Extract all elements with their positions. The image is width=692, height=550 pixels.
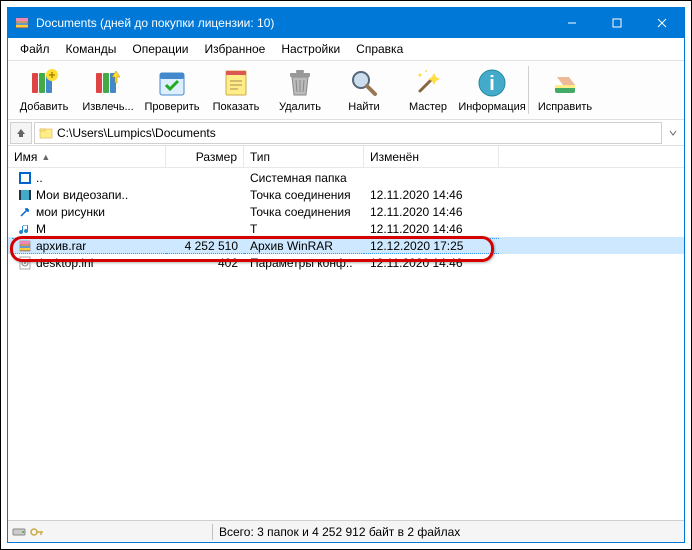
test-button[interactable]: Проверить — [140, 62, 204, 118]
file-size: 4 252 510 — [166, 238, 244, 254]
file-row[interactable]: Мои видеозапи.. Точка соединения12.11.202… — [8, 186, 684, 203]
menu-help[interactable]: Справка — [348, 40, 411, 58]
file-row[interactable]: мои рисунки Точка соединения12.11.2020 14… — [8, 203, 684, 220]
extract-button[interactable]: Извлечь... — [76, 62, 140, 118]
eraser-icon — [549, 67, 581, 99]
menu-settings[interactable]: Настройки — [273, 40, 348, 58]
file-icon — [18, 171, 32, 185]
menu-operations[interactable]: Операции — [124, 40, 196, 58]
col-name[interactable]: Имя▲ — [8, 146, 166, 167]
info-icon: i — [476, 67, 508, 99]
col-size[interactable]: Размер — [166, 146, 244, 167]
file-modified: 12.11.2020 14:46 — [364, 205, 499, 219]
app-window: Documents (дней до покупки лицензии: 10)… — [7, 7, 685, 543]
file-icon — [18, 205, 32, 219]
find-label: Найти — [348, 101, 379, 113]
delete-label: Удалить — [279, 101, 321, 113]
window-title: Documents (дней до покупки лицензии: 10) — [36, 16, 549, 30]
repair-label: Исправить — [538, 101, 592, 113]
path-dropdown[interactable] — [664, 122, 682, 144]
file-modified: 12.12.2020 17:25 — [364, 238, 499, 254]
wizard-button[interactable]: Мастер — [396, 62, 460, 118]
file-icon — [18, 256, 32, 270]
file-list: Имя▲ Размер Тип Изменён .. Системная папк… — [8, 146, 684, 520]
toolbar: Добавить Извлечь... Проверить Показать У… — [8, 60, 684, 120]
wand-icon — [412, 67, 444, 99]
add-button[interactable]: Добавить — [12, 62, 76, 118]
menu-file[interactable]: Файл — [12, 40, 58, 58]
file-name: мои рисунки — [36, 205, 105, 219]
up-button[interactable] — [10, 122, 32, 144]
col-modified[interactable]: Изменён — [364, 146, 499, 167]
delete-button[interactable]: Удалить — [268, 62, 332, 118]
file-modified: 12.11.2020 14:46 — [364, 256, 499, 270]
titlebar: Documents (дней до покупки лицензии: 10) — [8, 8, 684, 38]
file-name: архив.rar — [36, 239, 86, 253]
file-type: Точка соединения — [244, 188, 364, 202]
notepad-icon — [220, 67, 252, 99]
path-box[interactable]: C:\Users\Lumpics\Documents — [34, 122, 662, 144]
wizard-label: Мастер — [409, 101, 447, 113]
file-type: Точка соединения — [244, 205, 364, 219]
svg-text:i: i — [489, 73, 495, 95]
outer-border: Documents (дней до покупки лицензии: 10)… — [0, 0, 692, 550]
test-label: Проверить — [144, 101, 199, 113]
file-type: Т — [244, 222, 364, 236]
file-icon — [18, 239, 32, 253]
file-size: 402 — [166, 256, 244, 270]
trash-icon — [284, 67, 316, 99]
file-icon — [18, 222, 32, 236]
menu-commands[interactable]: Команды — [58, 40, 125, 58]
menu-favorites[interactable]: Избранное — [197, 40, 274, 58]
books-add-icon — [28, 67, 60, 99]
drive-icon — [12, 527, 26, 537]
folder-icon — [39, 126, 53, 140]
file-name: М — [36, 222, 46, 236]
status-left — [12, 527, 212, 537]
info-label: Информация — [458, 101, 525, 113]
view-button[interactable]: Показать — [204, 62, 268, 118]
extract-label: Извлечь... — [82, 101, 133, 113]
view-label: Показать — [213, 101, 260, 113]
file-row[interactable]: архив.rar 4 252 510Архив WinRAR12.12.2020… — [8, 237, 684, 254]
file-name: Мои видеозапи.. — [36, 188, 128, 202]
books-extract-icon — [92, 67, 124, 99]
file-icon — [18, 188, 32, 202]
minimize-button[interactable] — [549, 8, 594, 38]
col-type[interactable]: Тип — [244, 146, 364, 167]
list-header: Имя▲ Размер Тип Изменён — [8, 146, 684, 168]
file-type: Системная папка — [244, 171, 364, 185]
path-text: C:\Users\Lumpics\Documents — [57, 126, 216, 140]
file-modified: 12.11.2020 14:46 — [364, 188, 499, 202]
list-body[interactable]: .. Системная папка Мои видеозапи.. Точка со… — [8, 168, 684, 520]
calendar-check-icon — [156, 67, 188, 99]
menubar: Файл Команды Операции Избранное Настройк… — [8, 38, 684, 60]
repair-button[interactable]: Исправить — [533, 62, 597, 118]
sort-asc-icon: ▲ — [41, 152, 50, 162]
toolbar-separator — [528, 66, 529, 114]
status-total: Всего: 3 папок и 4 252 912 байт в 2 файл… — [213, 525, 680, 539]
file-type: Архив WinRAR — [244, 238, 364, 254]
winrar-icon — [14, 15, 30, 31]
maximize-button[interactable] — [594, 8, 639, 38]
close-button[interactable] — [639, 8, 684, 38]
file-type: Параметры конф.. — [244, 256, 364, 270]
statusbar: Всего: 3 папок и 4 252 912 байт в 2 файл… — [8, 520, 684, 542]
add-label: Добавить — [20, 101, 69, 113]
file-modified: 12.11.2020 14:46 — [364, 222, 499, 236]
file-row[interactable]: М Т12.11.2020 14:46 — [8, 220, 684, 237]
key-icon — [30, 527, 44, 537]
info-button[interactable]: i Информация — [460, 62, 524, 118]
addressbar: C:\Users\Lumpics\Documents — [8, 120, 684, 146]
magnifier-icon — [348, 67, 380, 99]
file-name: .. — [36, 171, 43, 185]
file-row[interactable]: .. Системная папка — [8, 169, 684, 186]
find-button[interactable]: Найти — [332, 62, 396, 118]
file-row[interactable]: desktop.ini 402Параметры конф..12.11.2020… — [8, 254, 684, 271]
file-name: desktop.ini — [36, 256, 93, 270]
